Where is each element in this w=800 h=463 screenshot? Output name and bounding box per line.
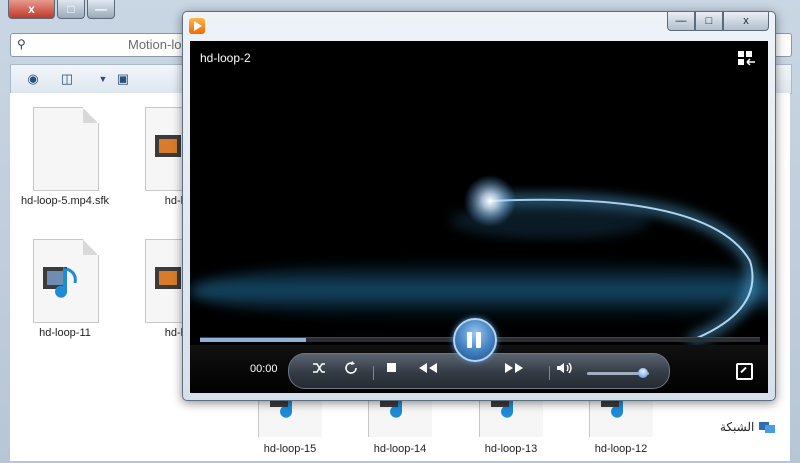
network-label: الشبكة (720, 420, 755, 434)
explorer-maximize-button[interactable]: □ (57, 0, 85, 19)
document-file-icon (33, 107, 99, 191)
volume-slider[interactable] (587, 368, 649, 378)
layout-pane-icon[interactable]: ◫ (59, 71, 75, 87)
elapsed-time: 00:00 (250, 363, 278, 375)
network-icon (759, 422, 776, 433)
volume-slider-thumb[interactable] (637, 368, 648, 378)
pause-button[interactable] (453, 318, 497, 362)
preview-pane-icon[interactable]: ▣ (115, 71, 131, 87)
explorer-close-button[interactable]: x (8, 0, 55, 19)
file-label: hd-loop-15 (263, 443, 317, 455)
media-player-app-icon (189, 18, 205, 34)
file-label: hd-loop-5.mp4.sfk (20, 195, 110, 207)
file-label: hd-loop-12 (594, 443, 648, 455)
file-label: hd-loop-13 (484, 443, 538, 455)
player-maximize-button[interactable]: □ (695, 12, 723, 31)
network-item[interactable]: الشبكة (720, 419, 776, 435)
player-window-buttons: — □ x (667, 12, 769, 31)
switch-to-library-icon[interactable] (738, 51, 756, 67)
file-label: hd-loop-11 (39, 327, 91, 339)
search-icon: ⚲ (17, 37, 26, 51)
fullscreen-icon[interactable] (736, 363, 753, 380)
seek-progress (200, 338, 307, 342)
chevron-down-icon[interactable]: ▼ (95, 71, 111, 87)
explorer-minimize-button[interactable]: — (87, 0, 115, 19)
file-item[interactable]: hd-loop-11 (10, 239, 120, 340)
media-player-window: — □ x hd-loop-2 00:00 (182, 11, 776, 401)
audio-video-file-icon (33, 239, 99, 323)
player-minimize-button[interactable]: — (667, 12, 695, 31)
player-close-button[interactable]: x (723, 12, 769, 31)
video-title: hd-loop-2 (200, 51, 251, 65)
file-item[interactable]: hd-loop-5.mp4.sfk (10, 107, 120, 208)
globe-icon[interactable]: ◉ (25, 71, 41, 87)
explorer-caption-buttons: x □ — (8, 0, 115, 20)
file-label: hd-loop-14 (373, 443, 427, 455)
pause-icon (467, 332, 472, 348)
